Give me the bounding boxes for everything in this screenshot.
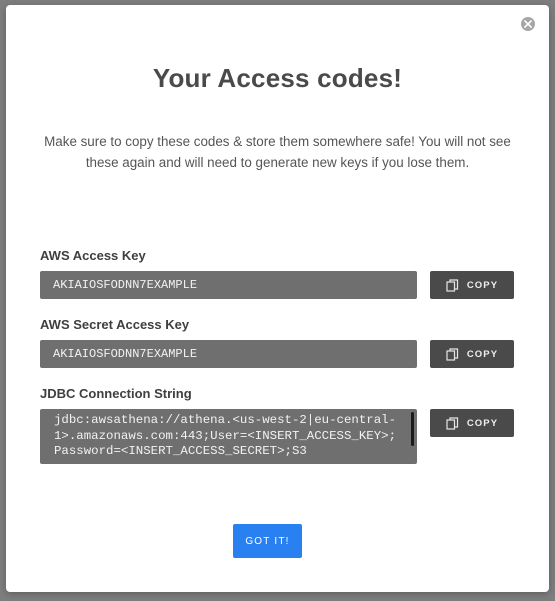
copy-label: COPY <box>466 279 499 291</box>
jdbc-connection-string-text: jdbc:awsathena://athena.<us-west-2|eu-ce… <box>54 413 397 458</box>
copy-icon <box>446 347 459 361</box>
jdbc-connection-string-label: JDBC Connection String <box>40 386 192 401</box>
jdbc-connection-string-field[interactable]: jdbc:awsathena://athena.<us-west-2|eu-ce… <box>40 409 417 464</box>
copy-label: COPY <box>466 348 499 360</box>
access-codes-modal: Your Access codes! Make sure to copy the… <box>6 5 549 592</box>
aws-access-key-label: AWS Access Key <box>40 248 146 263</box>
got-it-button[interactable]: GOT IT! <box>233 524 302 558</box>
copy-access-key-button[interactable]: COPY <box>430 271 514 299</box>
close-button[interactable] <box>521 17 535 31</box>
copy-label: COPY <box>466 417 499 429</box>
modal-subtitle: Make sure to copy these codes & store th… <box>44 134 511 170</box>
copy-icon <box>446 278 459 292</box>
copy-jdbc-string-button[interactable]: COPY <box>430 409 514 437</box>
aws-secret-access-key-label: AWS Secret Access Key <box>40 317 190 332</box>
scrollbar-thumb[interactable] <box>411 412 414 446</box>
modal-title: Your Access codes! <box>152 63 403 93</box>
aws-access-key-field[interactable]: AKIAIOSFODNN7EXAMPLE <box>40 271 417 299</box>
aws-secret-access-key-field[interactable]: AKIAIOSFODNN7EXAMPLE <box>40 340 417 368</box>
copy-secret-key-button[interactable]: COPY <box>430 340 514 368</box>
copy-icon <box>446 416 459 430</box>
